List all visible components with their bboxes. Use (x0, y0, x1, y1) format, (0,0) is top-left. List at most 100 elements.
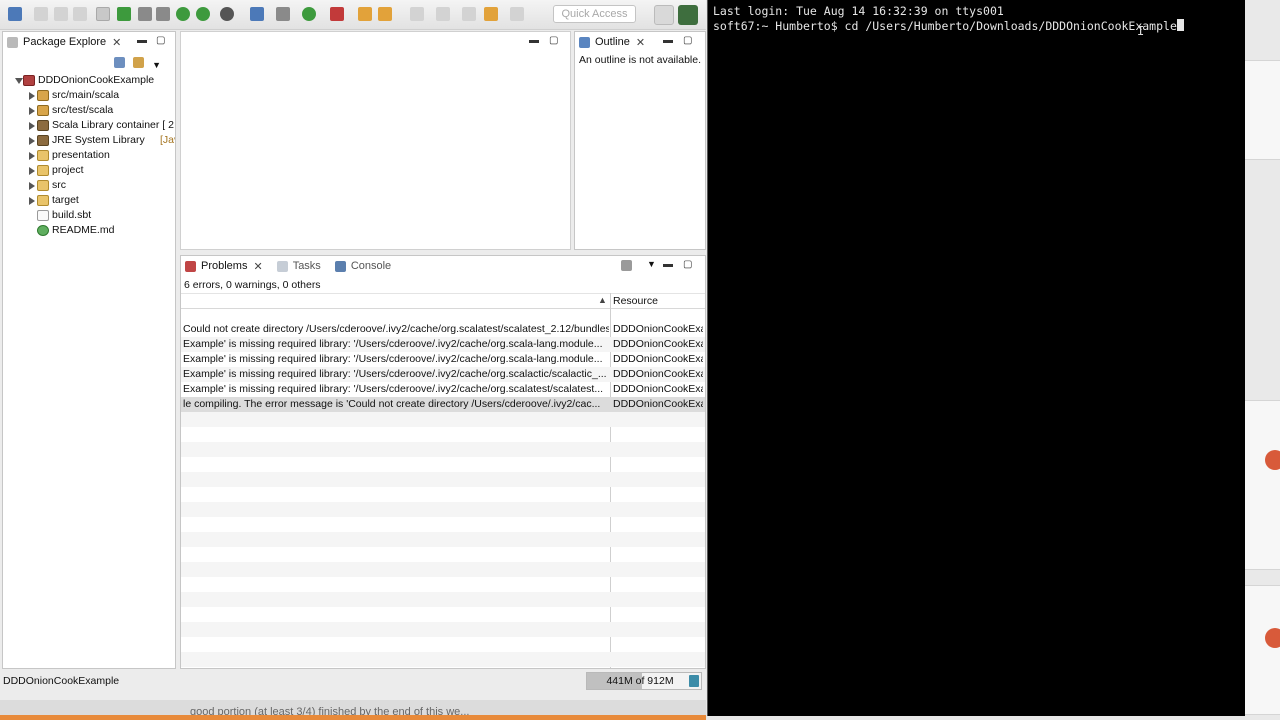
folder-icon (37, 195, 49, 206)
sort-ascending-icon[interactable]: ▲ (598, 295, 607, 305)
minimize-icon[interactable]: ▬ (663, 259, 673, 270)
scala-perspective-icon[interactable] (678, 5, 698, 25)
chevron-down-icon[interactable] (15, 78, 23, 84)
chevron-right-icon[interactable] (29, 197, 35, 205)
outline-tab[interactable]: Outline (595, 36, 630, 48)
eclipse-window: Quick Access Package Explore ✕ ▬ ▢ ▼ DDD… (0, 0, 706, 720)
minimize-icon[interactable]: ▬ (663, 35, 673, 46)
problems-panel: Problems ✕ Tasks Console ▼ ▬ ▢ 6 errors,… (180, 255, 706, 669)
new-scala-icon[interactable] (176, 7, 190, 21)
empty-table-row (181, 442, 705, 457)
tab-console[interactable]: Console (334, 260, 391, 272)
tree-item[interactable]: DDDOnionCookExample (3, 73, 175, 88)
trash-icon[interactable] (689, 675, 699, 687)
print-icon[interactable] (73, 7, 87, 21)
tree-item-label: build.sbt (52, 209, 92, 221)
editor-area[interactable]: ▬ ▢ (180, 31, 571, 250)
skip-breakpoints-icon[interactable] (250, 7, 264, 21)
chevron-right-icon[interactable] (29, 152, 35, 160)
tree-item[interactable]: src/main/scala (3, 88, 175, 103)
tree-item-label: JRE System Library (52, 134, 145, 146)
tree-item[interactable]: build.sbt (3, 208, 175, 223)
close-icon[interactable]: ✕ (112, 36, 121, 49)
new-class-icon[interactable] (196, 7, 210, 21)
empty-table-row (181, 592, 705, 607)
scala-interpreter-icon[interactable] (138, 7, 152, 21)
quick-access-input[interactable]: Quick Access (553, 5, 636, 23)
tab-tasks[interactable]: Tasks (276, 260, 321, 272)
build-icon[interactable] (117, 7, 131, 21)
notification-icon (1265, 628, 1280, 648)
chevron-right-icon[interactable] (29, 182, 35, 190)
empty-table-row (181, 472, 705, 487)
profile-icon[interactable] (220, 7, 234, 21)
minimize-icon[interactable]: ▬ (137, 35, 147, 46)
tree-item[interactable]: Scala Library container [ 2 (3, 118, 175, 133)
outline-icon (579, 36, 590, 48)
maximize-icon[interactable]: ▢ (683, 259, 692, 270)
maximize-icon[interactable]: ▢ (156, 35, 165, 46)
prev-annotation-icon[interactable] (436, 7, 450, 21)
tree-item[interactable]: README.md (3, 223, 175, 238)
tree-item[interactable]: JRE System Library [Java S (3, 133, 175, 148)
file-icon (37, 210, 49, 221)
terminal-line: Last login: Tue Aug 14 16:32:39 on ttys0… (713, 4, 1004, 18)
open-type-icon[interactable] (358, 7, 372, 21)
terminal-window[interactable]: Last login: Tue Aug 14 16:32:39 on ttys0… (707, 0, 1245, 716)
table-row[interactable]: Example' is missing required library: '/… (181, 352, 705, 367)
chevron-right-icon[interactable] (29, 122, 35, 130)
close-icon[interactable]: ✕ (636, 36, 645, 49)
tree-item[interactable]: presentation (3, 148, 175, 163)
collapse-all-icon[interactable] (114, 57, 125, 68)
toggle-icon[interactable] (96, 7, 110, 21)
chevron-right-icon[interactable] (29, 167, 35, 175)
empty-table-row (181, 487, 705, 502)
link-with-editor-icon[interactable] (133, 57, 145, 68)
column-resource[interactable]: Resource (613, 295, 658, 307)
tree-item-label: src/test/scala (52, 104, 114, 116)
table-row[interactable]: Example' is missing required library: '/… (181, 382, 705, 397)
terminal-prompt-line: soft67:~ Humberto$ cd /Users/Humberto/Do… (713, 19, 1184, 33)
table-row[interactable]: le compiling. The error message is 'Coul… (181, 397, 705, 412)
tree-item[interactable]: src/test/scala (3, 103, 175, 118)
table-row[interactable]: Example' is missing required library: '/… (181, 337, 705, 352)
heap-status[interactable]: 441M of 912M (586, 672, 702, 690)
empty-table-row (181, 577, 705, 592)
run-icon[interactable] (302, 7, 316, 21)
debug-icon[interactable] (276, 7, 290, 21)
open-perspective-icon[interactable] (654, 5, 674, 25)
problems-column-header: ▲ Resource (181, 293, 705, 309)
tree-item[interactable]: src (3, 178, 175, 193)
tab-problems[interactable]: Problems ✕ (185, 260, 263, 273)
tree-item[interactable]: project (3, 163, 175, 178)
view-menu-icon[interactable]: ▼ (647, 259, 656, 269)
tree-item-label: presentation (52, 149, 110, 161)
package-explorer-tab[interactable]: Package Explore (23, 36, 106, 48)
next-annotation-icon[interactable] (410, 7, 424, 21)
external-tools-icon[interactable] (330, 7, 344, 21)
tree-item-label: README.md (52, 224, 115, 236)
empty-table-row (181, 532, 705, 547)
save-all-icon[interactable] (54, 7, 68, 21)
background-panel (1245, 400, 1280, 570)
view-menu-icon[interactable]: ▼ (152, 60, 161, 70)
table-row[interactable]: Could not create directory /Users/cderoo… (181, 322, 705, 337)
back-icon[interactable] (484, 7, 498, 21)
chevron-right-icon[interactable] (29, 137, 35, 145)
tree-item[interactable]: target (3, 193, 175, 208)
chevron-right-icon[interactable] (29, 107, 35, 115)
maximize-icon[interactable]: ▢ (683, 35, 692, 46)
last-edit-icon[interactable] (462, 7, 476, 21)
chevron-right-icon[interactable] (29, 92, 35, 100)
problem-description: Example' is missing required library: '/… (183, 383, 604, 395)
table-row[interactable]: Example' is missing required library: '/… (181, 367, 705, 382)
new-icon[interactable] (8, 7, 22, 21)
save-icon[interactable] (34, 7, 48, 21)
filter-icon[interactable] (621, 260, 632, 271)
close-icon[interactable]: ✕ (253, 260, 262, 273)
minimize-icon[interactable]: ▬ (529, 35, 539, 46)
forward-icon[interactable] (510, 7, 524, 21)
task-icon[interactable] (156, 7, 170, 21)
search-icon[interactable] (378, 7, 392, 21)
maximize-icon[interactable]: ▢ (549, 35, 558, 46)
